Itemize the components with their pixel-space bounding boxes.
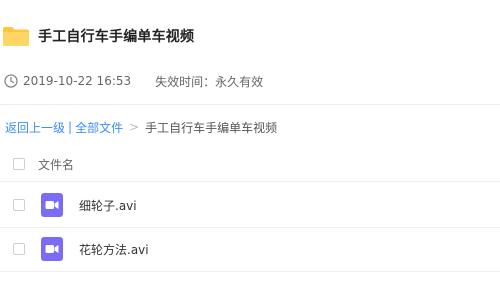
video-file-icon [41,193,63,217]
file-checkbox[interactable] [13,243,25,255]
file-name[interactable]: 花轮方法.avi [79,241,149,258]
share-date: 2019-10-22 16:53 [23,74,132,88]
breadcrumb-current: 手工自行车手编单车视频 [145,120,278,135]
column-header-filename: 文件名 [38,157,75,172]
folder-header: 手工自行车手编单车视频 [0,18,194,54]
share-meta: 2019-10-22 16:53 失效时间：永久有效 [0,70,263,92]
divider [0,104,500,105]
breadcrumb-arrow: > [129,120,140,134]
share-page: 手工自行车手编单车视频 2019-10-22 16:53 失效时间：永久有效 返… [0,0,500,285]
file-row[interactable]: 细轮子.avi [0,183,500,228]
select-all-checkbox[interactable] [13,158,25,170]
folder-icon [2,25,30,47]
clock-icon [4,74,18,88]
breadcrumb-separator: | [68,120,73,134]
file-name[interactable]: 细轮子.avi [79,197,137,214]
back-link[interactable]: 返回上一级 [5,119,65,136]
file-checkbox[interactable] [13,199,25,211]
breadcrumb: 返回上一级 | 全部文件 > 手工自行车手编单车视频 [5,118,277,136]
expire-time: 失效时间：永久有效 [155,74,264,89]
all-files-link[interactable]: 全部文件 [75,119,123,136]
file-list-header: 文件名 [0,147,500,182]
video-file-icon [41,237,63,261]
file-row[interactable]: 花轮方法.avi [0,227,500,272]
page-title: 手工自行车手编单车视频 [38,29,195,45]
